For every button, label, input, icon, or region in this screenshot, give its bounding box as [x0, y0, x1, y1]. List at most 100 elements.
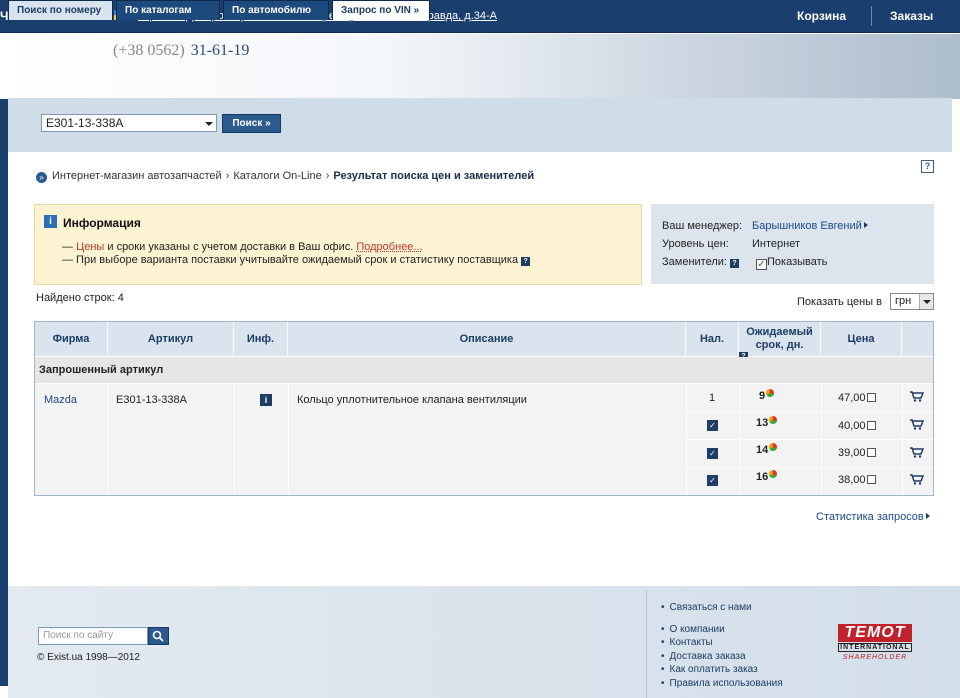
chevron-down-icon: [919, 294, 933, 309]
stock-cell: 1: [709, 392, 716, 404]
stock-checkbox[interactable]: ✓: [707, 475, 718, 486]
cart-icon[interactable]: [910, 391, 924, 402]
term-cell: 9: [759, 389, 775, 402]
footer-link-delivery[interactable]: Доставка заказа: [661, 651, 746, 662]
footer-link-payment[interactable]: Как оплатить заказ: [661, 664, 758, 675]
info-icon: i: [44, 215, 57, 228]
col-divider: [288, 384, 289, 495]
term-header-2: срок, дн.: [755, 339, 804, 351]
term-value: 9: [759, 390, 766, 402]
price-cell: 38,00: [838, 474, 876, 486]
footer-divider: [646, 590, 647, 698]
article-select-value: E301-13-338A: [46, 116, 124, 130]
currency-select[interactable]: грн: [890, 293, 934, 310]
help-icon[interactable]: ?: [521, 257, 531, 266]
stats-pie-icon[interactable]: [769, 443, 778, 451]
cart-icon[interactable]: [910, 447, 924, 458]
cart-icon[interactable]: [910, 419, 924, 430]
breadcrumb-sep: ›: [325, 170, 330, 182]
phone-code: (+38 0562): [113, 42, 185, 59]
price-checkbox[interactable]: [866, 475, 876, 484]
show-substitutes-checkbox[interactable]: ✓: [756, 259, 767, 270]
stock-checkbox[interactable]: ✓: [707, 448, 718, 459]
tab-by-catalogs[interactable]: По каталогам: [116, 0, 220, 20]
price-checkbox[interactable]: [866, 393, 876, 402]
substitutes-toggle[interactable]: ✓Показывать: [756, 256, 827, 270]
substitutes-value: Показывать: [767, 256, 828, 268]
col-header-price: Цена: [821, 322, 902, 356]
col-header-info: Инф.: [234, 322, 288, 356]
orders-link[interactable]: Заказы: [890, 9, 933, 23]
rows-found: Найдено строк: 4: [36, 292, 124, 304]
help-icon[interactable]: ?: [730, 259, 740, 268]
stock-checkbox[interactable]: ✓: [707, 420, 718, 431]
col-header-description: Описание: [288, 322, 686, 356]
breadcrumb-catalogs[interactable]: Каталоги On-Line: [233, 170, 321, 182]
info-title: Информация: [63, 216, 141, 230]
site-search-input[interactable]: Поиск по сайту: [38, 627, 148, 645]
show-prices-label: Показать цены в: [797, 296, 882, 308]
col-divider: [108, 384, 109, 495]
info-icon[interactable]: i: [260, 394, 272, 406]
price-value: 47,00: [838, 392, 866, 404]
stats-pie-icon[interactable]: [769, 470, 778, 478]
price-level-label: Уровень цен:: [662, 238, 729, 250]
price-value: 39,00: [838, 447, 866, 459]
col-header-cart: [902, 322, 933, 356]
breadcrumb: » Интернет-магазин автозапчастей › Каталоги…: [36, 170, 534, 183]
manager-name[interactable]: Барышников Евгений: [752, 220, 862, 232]
info-line-2-text: — При выборе варианта поставки учитывайт…: [62, 254, 519, 266]
col-header-term: Ожидаемыйсрок, дн. ?: [739, 322, 821, 361]
row-divider: [686, 439, 933, 440]
tab-search-by-number[interactable]: Поиск по номеру: [8, 0, 113, 20]
price-cell: 39,00: [838, 447, 876, 459]
footer-link-rules[interactable]: Правила использования: [661, 678, 783, 689]
manager-label: Ваш менеджер:: [662, 220, 743, 232]
breadcrumb-home[interactable]: Интернет-магазин автозапчастей: [52, 170, 222, 182]
chevron-down-icon: [205, 122, 213, 126]
description-cell: Кольцо уплотнительное клапана вентиляции: [297, 394, 527, 406]
more-link[interactable]: Подробнее...: [356, 241, 422, 253]
price-checkbox[interactable]: [866, 448, 876, 457]
search-icon: [152, 630, 164, 642]
logo-main: TEMOT: [838, 624, 912, 642]
cart-icon[interactable]: [910, 474, 924, 485]
footer-link-contact-us[interactable]: Связаться с нами: [661, 602, 752, 613]
results-table: Фирма Артикул Инф. Описание Нал. Ожидаем…: [34, 321, 934, 496]
footer-link-about[interactable]: О компании: [661, 624, 725, 635]
info-prices-word: Цены: [76, 241, 105, 253]
nav-divider: [871, 6, 872, 26]
logo-sub: INTERNATIONAL: [838, 643, 912, 652]
section-requested-article: Запрошенный артикул: [35, 357, 933, 383]
request-stats-label[interactable]: Статистика запросов: [816, 511, 924, 523]
site-search-button[interactable]: [148, 627, 169, 645]
term-value: 16: [756, 471, 769, 483]
firm-link[interactable]: Mazda: [44, 394, 77, 406]
tab-by-car[interactable]: По автомобилю: [223, 0, 329, 20]
manager-link[interactable]: Барышников Евгений: [752, 220, 868, 232]
left-edge: [0, 34, 8, 686]
stats-pie-icon[interactable]: [769, 416, 778, 424]
col-header-stock: Нал.: [686, 322, 739, 356]
term-cell: 16: [756, 470, 778, 483]
info-line-2: — При выборе варианта поставки учитывайт…: [62, 254, 531, 266]
phone-number: (+38 0562) 31-61-19: [113, 42, 249, 60]
col-divider: [234, 384, 235, 495]
arrow-right-icon: [925, 513, 930, 519]
logo-sub2: SHAREHOLDER: [842, 654, 908, 661]
breadcrumb-current: Результат поиска цен и заменителей: [333, 170, 535, 182]
help-icon[interactable]: ?: [921, 160, 934, 173]
term-cell: 14: [756, 443, 778, 456]
term-cell: 13: [756, 416, 778, 429]
request-stats-link[interactable]: Статистика запросов: [816, 511, 930, 523]
footer-link-contacts[interactable]: Контакты: [661, 637, 713, 648]
tab-vin-request[interactable]: Запрос по VIN »: [332, 0, 430, 20]
price-checkbox[interactable]: [866, 421, 876, 430]
phone-digits: 31-61-19: [190, 42, 250, 59]
article-select[interactable]: E301-13-338A: [41, 114, 217, 132]
cart-link[interactable]: Корзина: [797, 9, 846, 23]
search-button[interactable]: Поиск »: [222, 114, 281, 133]
breadcrumb-arrow-icon: »: [36, 172, 47, 183]
stats-pie-icon[interactable]: [766, 389, 775, 397]
row-divider: [686, 412, 933, 413]
